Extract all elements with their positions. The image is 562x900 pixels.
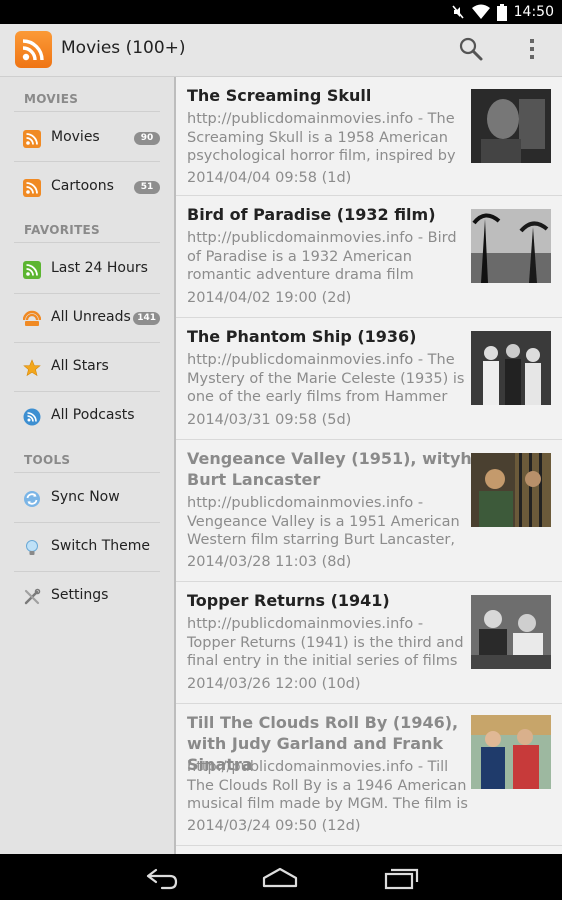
back-button[interactable]: [140, 862, 180, 892]
divider: [14, 111, 160, 112]
article-row[interactable]: Bird of Paradise (1932 film) http://publ…: [176, 196, 562, 318]
article-row[interactable]: The Phantom Ship (1936) http://publicdom…: [176, 318, 562, 440]
sidebar-item-label: Movies: [51, 129, 100, 145]
article-row[interactable]: The Screaming Skull http://publicdomainm…: [176, 77, 562, 196]
app-rss-icon[interactable]: [15, 31, 52, 68]
sidebar-item-last-24-hours[interactable]: Last 24 Hours: [14, 245, 160, 293]
system-navigation-bar: [0, 854, 562, 900]
sidebar: MOVIES Movies 90 Cartoons 51 FAVORITES L…: [0, 77, 176, 854]
divider: [14, 472, 160, 473]
back-icon: [146, 868, 178, 890]
article-thumbnail: [471, 209, 551, 283]
page-title: Movies (100+): [61, 38, 186, 58]
article-date: 2014/04/02 19:00 (2d): [187, 290, 352, 306]
article-date: 2014/04/04 09:58 (1d): [187, 170, 352, 186]
section-header-favorites: FAVORITES: [24, 223, 101, 237]
article-thumbnail: [471, 331, 551, 405]
article-row-partial[interactable]: [176, 846, 562, 854]
article-date: 2014/03/28 11:03 (8d): [187, 554, 352, 570]
more-vertical-icon: [530, 39, 534, 59]
article-date: 2014/03/24 09:50 (12d): [187, 818, 361, 834]
article-row[interactable]: Vengeance Valley (1951), wityh Burt Lanc…: [176, 440, 562, 582]
sync-icon: [24, 491, 40, 507]
sidebar-item-label: All Stars: [51, 358, 109, 374]
rss-green-icon: [23, 261, 41, 279]
article-date: 2014/03/26 12:00 (10d): [187, 676, 361, 692]
unread-icon: [23, 310, 41, 326]
sidebar-item-label: All Podcasts: [51, 407, 135, 423]
podcast-icon: [23, 408, 41, 426]
article-title: The Phantom Ship (1936): [187, 327, 417, 346]
article-thumbnail: [471, 453, 551, 527]
sidebar-item-movies[interactable]: Movies 90: [14, 114, 160, 162]
section-header-movies: MOVIES: [24, 92, 79, 106]
tools-icon: [24, 588, 41, 605]
recent-apps-icon: [384, 868, 419, 890]
home-button[interactable]: [260, 862, 300, 892]
sidebar-item-label: Switch Theme: [51, 538, 151, 554]
article-snippet: http://publicdomainmovies.info - Topper …: [187, 616, 464, 669]
search-button[interactable]: [456, 34, 486, 64]
status-bar: 14:50: [0, 0, 562, 24]
article-snippet: http://publicdomainmovies.info - Vengean…: [187, 495, 460, 548]
sidebar-item-sync-now[interactable]: Sync Now: [14, 474, 160, 522]
search-icon: [459, 37, 483, 61]
sidebar-item-label: Last 24 Hours: [51, 260, 148, 276]
home-icon: [262, 867, 298, 888]
sidebar-item-label: Settings: [51, 587, 109, 603]
divider: [14, 161, 160, 162]
divider: [14, 242, 160, 243]
section-header-tools: TOOLS: [24, 453, 71, 467]
sidebar-item-settings[interactable]: Settings: [14, 572, 160, 620]
sidebar-item-all-stars[interactable]: All Stars: [14, 343, 160, 391]
article-snippet: http://publicdomainmovies.info - The Scr…: [187, 111, 456, 164]
recent-apps-button[interactable]: [381, 862, 421, 892]
star-icon: [23, 359, 41, 377]
article-thumbnail: [471, 715, 551, 789]
count-badge: 90: [134, 132, 160, 145]
sidebar-item-all-podcasts[interactable]: All Podcasts: [14, 392, 160, 440]
sidebar-item-label: All Unreads: [51, 309, 131, 325]
article-row[interactable]: Topper Returns (1941) http://publicdomai…: [176, 582, 562, 704]
lightbulb-icon: [26, 540, 38, 555]
article-date: 2014/03/31 09:58 (5d): [187, 412, 352, 428]
article-title: Topper Returns (1941): [187, 591, 390, 610]
article-snippet: http://publicdomainmovies.info - Till Th…: [187, 759, 468, 812]
mute-icon: [452, 5, 464, 19]
article-title: Vengeance Valley (1951), wityh Burt Lanc…: [187, 449, 472, 489]
rss-orange-icon: [23, 130, 41, 148]
sidebar-item-all-unreads[interactable]: All Unreads 141: [14, 294, 160, 342]
count-badge: 51: [134, 181, 160, 194]
article-snippet: http://publicdomainmovies.info - Bird of…: [187, 230, 457, 283]
article-title: The Screaming Skull: [187, 86, 372, 105]
sidebar-item-label: Cartoons: [51, 178, 114, 194]
wifi-icon: [471, 4, 490, 19]
article-thumbnail: [471, 595, 551, 669]
count-badge: 141: [133, 312, 160, 325]
article-row[interactable]: Till The Clouds Roll By (1946), with Jud…: [176, 704, 562, 846]
article-snippet: http://publicdomainmovies.info - The Mys…: [187, 352, 465, 405]
action-bar: Movies (100+): [0, 24, 562, 77]
status-time: 14:50: [513, 4, 554, 20]
battery-icon: [496, 3, 507, 21]
sidebar-item-switch-theme[interactable]: Switch Theme: [14, 523, 160, 571]
overflow-menu-button[interactable]: [520, 34, 544, 64]
rss-orange-icon: [23, 179, 41, 197]
sidebar-item-cartoons[interactable]: Cartoons 51: [14, 163, 160, 211]
sidebar-item-label: Sync Now: [51, 489, 120, 505]
article-thumbnail: [471, 89, 551, 163]
article-list[interactable]: The Screaming Skull http://publicdomainm…: [176, 77, 562, 854]
article-title: Bird of Paradise (1932 film): [187, 205, 436, 224]
